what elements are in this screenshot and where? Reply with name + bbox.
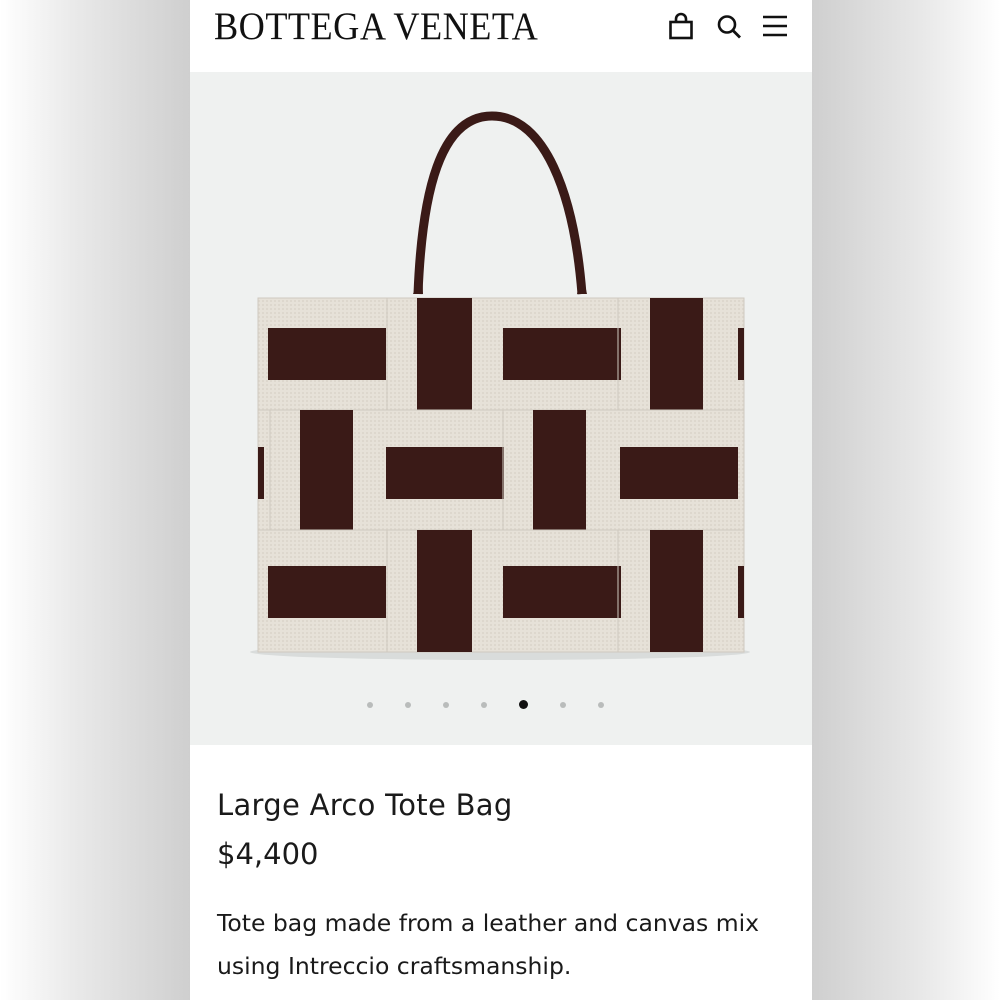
carousel-dot[interactable] — [443, 702, 449, 708]
background-right — [812, 0, 1000, 1000]
product-price: $4,400 — [217, 837, 319, 871]
menu-icon[interactable] — [761, 12, 789, 40]
product-description: Tote bag made from a leather and canvas … — [217, 909, 760, 980]
background-left — [0, 0, 190, 1000]
shopping-bag-icon[interactable] — [667, 12, 695, 40]
product-gallery[interactable] — [190, 72, 812, 745]
carousel-dot[interactable] — [560, 702, 566, 708]
product-page: BOTTEGA VENETA Large Arco Tote Bag $4,40… — [190, 0, 812, 1000]
product-title: Large Arco Tote Bag — [217, 788, 513, 822]
carousel-dot[interactable] — [481, 702, 487, 708]
carousel-dots — [190, 699, 812, 711]
carousel-dot-active[interactable] — [519, 700, 528, 709]
carousel-dot[interactable] — [598, 702, 604, 708]
tote-bag-image — [250, 111, 750, 660]
carousel-dot[interactable] — [405, 702, 411, 708]
bag-handle — [413, 111, 587, 295]
search-icon[interactable] — [715, 12, 743, 40]
brand-logo[interactable]: BOTTEGA VENETA — [214, 4, 538, 50]
carousel-dot[interactable] — [367, 702, 373, 708]
site-header: BOTTEGA VENETA — [190, 0, 812, 72]
